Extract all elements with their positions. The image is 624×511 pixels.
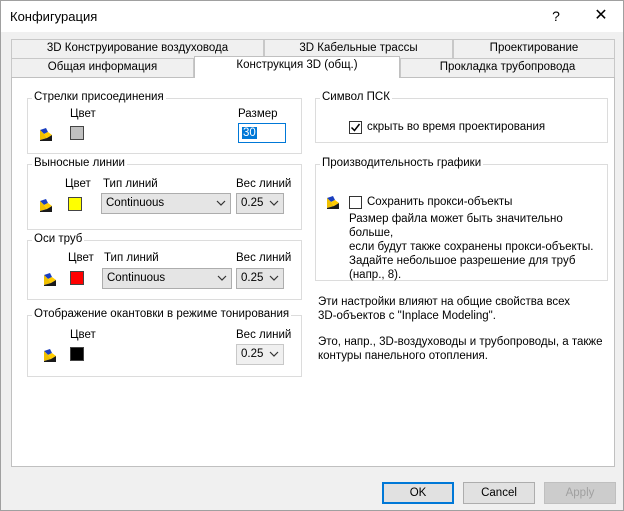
connection-arrows-size-label: Размер: [238, 108, 278, 120]
info-line: Это, напр., 3D-воздуховоды и трубопровод…: [318, 336, 603, 348]
save-proxy-label[interactable]: Сохранить прокси-объекты: [367, 196, 512, 208]
description-line: (напр., 8).: [349, 269, 402, 281]
leader-lines-group: Выносные линии Цвет Тип линий Continuous…: [27, 157, 302, 230]
connection-arrows-color-label: Цвет: [70, 108, 96, 120]
info-line: Эти настройки влияют на общие свойства в…: [318, 296, 570, 308]
leader-lines-linetype-label: Тип линий: [103, 178, 158, 190]
chevron-down-icon: [216, 200, 226, 206]
chevron-down-icon: [269, 351, 279, 357]
graphics-performance-description: Размер файла может быть значительно боль…: [349, 212, 607, 282]
save-proxy-checkbox[interactable]: [349, 196, 362, 209]
configuration-dialog: Конфигурация ? ✕ 3D Конструирование возд…: [0, 0, 624, 511]
leader-lines-lineweight-label: Вес линий: [236, 178, 292, 190]
connection-arrows-color-swatch[interactable]: [70, 126, 84, 140]
help-button[interactable]: ?: [541, 3, 571, 29]
pipe-axes-title: Оси труб: [32, 233, 85, 245]
connection-arrows-size-value: 30: [242, 127, 257, 139]
info-line: контуры панельного отопления.: [318, 350, 488, 362]
chevron-down-icon: [217, 275, 227, 281]
edging-group: Отображение окантовки в режиме тонирован…: [27, 308, 302, 377]
ucs-symbol-title: Символ ПСК: [320, 91, 392, 103]
description-line: Задайте небольшое разрешение для труб: [349, 255, 576, 267]
edging-lineweight-select[interactable]: 0.25: [236, 344, 284, 365]
info-text-2: Это, напр., 3D-воздуховоды и трубопровод…: [318, 335, 602, 363]
color-palette-icon[interactable]: [42, 347, 58, 363]
proxy-objects-icon: [327, 196, 339, 209]
chevron-down-icon: [269, 200, 279, 206]
leader-lines-lineweight-value: 0.25: [241, 197, 264, 209]
tab-3d-construction-general[interactable]: Конструкция 3D (общ.): [194, 56, 400, 78]
hide-ucs-checkbox[interactable]: [349, 121, 362, 134]
leader-lines-lineweight-select[interactable]: 0.25: [236, 193, 284, 214]
apply-button[interactable]: Apply: [544, 482, 616, 504]
description-line: если будут также сохранены прокси-объект…: [349, 241, 594, 253]
pipe-axes-linetype-value: Continuous: [107, 272, 166, 284]
info-line: 3D-объектов с "Inplace Modeling".: [318, 310, 496, 322]
ok-button[interactable]: OK: [382, 482, 454, 504]
pipe-axes-linetype-label: Тип линий: [104, 252, 159, 264]
pipe-axes-linetype-select[interactable]: Continuous: [102, 268, 232, 289]
edging-lineweight-value: 0.25: [241, 348, 264, 360]
hide-ucs-label[interactable]: скрыть во время проектирования: [367, 121, 545, 133]
pipe-axes-lineweight-select[interactable]: 0.25: [236, 268, 284, 289]
window-title: Конфигурация: [10, 9, 98, 24]
pipe-axes-lineweight-value: 0.25: [241, 272, 264, 284]
color-palette-icon[interactable]: [42, 271, 58, 287]
chevron-down-icon: [269, 275, 279, 281]
connection-arrows-title: Стрелки присоединения: [32, 91, 166, 103]
close-button[interactable]: ✕: [586, 3, 616, 29]
pipe-axes-color-label: Цвет: [68, 252, 94, 264]
connection-arrows-group: Стрелки присоединения Цвет Размер 30: [27, 91, 302, 154]
graphics-performance-title: Производительность графики: [320, 157, 484, 169]
edging-color-label: Цвет: [70, 329, 96, 341]
tab-general-info[interactable]: Общая информация: [11, 58, 194, 77]
pipe-axes-color-swatch[interactable]: [70, 271, 84, 285]
edging-color-swatch[interactable]: [70, 347, 84, 361]
tab-design[interactable]: Проектирование: [453, 39, 615, 58]
info-text-1: Эти настройки влияют на общие свойства в…: [318, 295, 570, 323]
tab-panel: Стрелки присоединения Цвет Размер 30 Вын…: [11, 77, 615, 467]
cancel-button[interactable]: Cancel: [463, 482, 535, 504]
pipe-axes-group: Оси труб Цвет Тип линий Continuous Вес л…: [27, 233, 302, 300]
tab-pipe-routing[interactable]: Прокладка трубопровода: [400, 58, 615, 77]
leader-lines-linetype-select[interactable]: Continuous: [101, 193, 231, 214]
leader-lines-linetype-value: Continuous: [106, 197, 165, 209]
edging-lineweight-label: Вес линий: [236, 329, 292, 341]
edging-title: Отображение окантовки в режиме тонирован…: [32, 308, 292, 320]
ucs-symbol-group: Символ ПСК скрыть во время проектировани…: [315, 91, 608, 143]
leader-lines-color-label: Цвет: [65, 178, 91, 190]
color-palette-icon[interactable]: [38, 126, 54, 142]
color-palette-icon[interactable]: [38, 197, 54, 213]
description-line: Размер файла может быть значительно боль…: [349, 213, 563, 239]
title-bar: Конфигурация ? ✕: [1, 1, 623, 32]
pipe-axes-lineweight-label: Вес линий: [236, 252, 292, 264]
leader-lines-title: Выносные линии: [32, 157, 127, 169]
leader-lines-color-swatch[interactable]: [68, 197, 82, 211]
checkmark-icon: [350, 123, 361, 132]
connection-arrows-size-input[interactable]: 30: [238, 123, 286, 143]
graphics-performance-group: Производительность графики Сохранить про…: [315, 157, 608, 282]
